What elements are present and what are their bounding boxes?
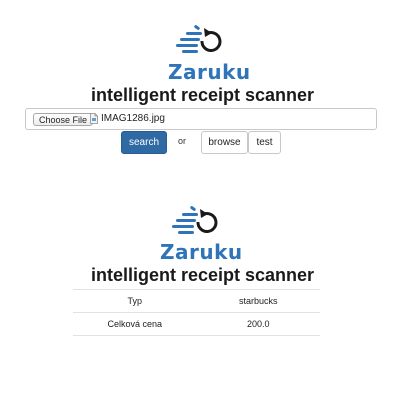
results-table: Typ starbucks Celková cena 200.0 bbox=[73, 289, 320, 336]
result-value: 200.0 bbox=[196, 312, 320, 336]
logo-wordmark: Zaruku bbox=[168, 60, 251, 84]
page-title: intelligent receipt scanner bbox=[90, 85, 315, 105]
logo-icon bbox=[176, 25, 222, 53]
test-button[interactable]: test bbox=[248, 131, 281, 154]
logo-icon bbox=[172, 206, 218, 234]
table-row: Typ starbucks bbox=[73, 289, 320, 313]
result-value: starbucks bbox=[196, 289, 320, 313]
file-icon bbox=[90, 113, 98, 124]
search-button[interactable]: search bbox=[121, 131, 167, 154]
file-input[interactable]: Choose File IMAG1286.jpg bbox=[25, 108, 377, 130]
browse-button[interactable]: browse bbox=[201, 131, 248, 154]
result-key: Celková cena bbox=[73, 312, 197, 336]
or-separator: or bbox=[178, 136, 187, 146]
choose-file-button[interactable]: Choose File bbox=[33, 113, 94, 126]
result-title: intelligent receipt scanner bbox=[90, 265, 315, 285]
result-key: Typ bbox=[73, 289, 197, 313]
logo-wordmark: Zaruku bbox=[160, 240, 243, 264]
selected-file-name: IMAG1286.jpg bbox=[101, 113, 165, 124]
table-row: Celková cena 200.0 bbox=[73, 312, 320, 336]
